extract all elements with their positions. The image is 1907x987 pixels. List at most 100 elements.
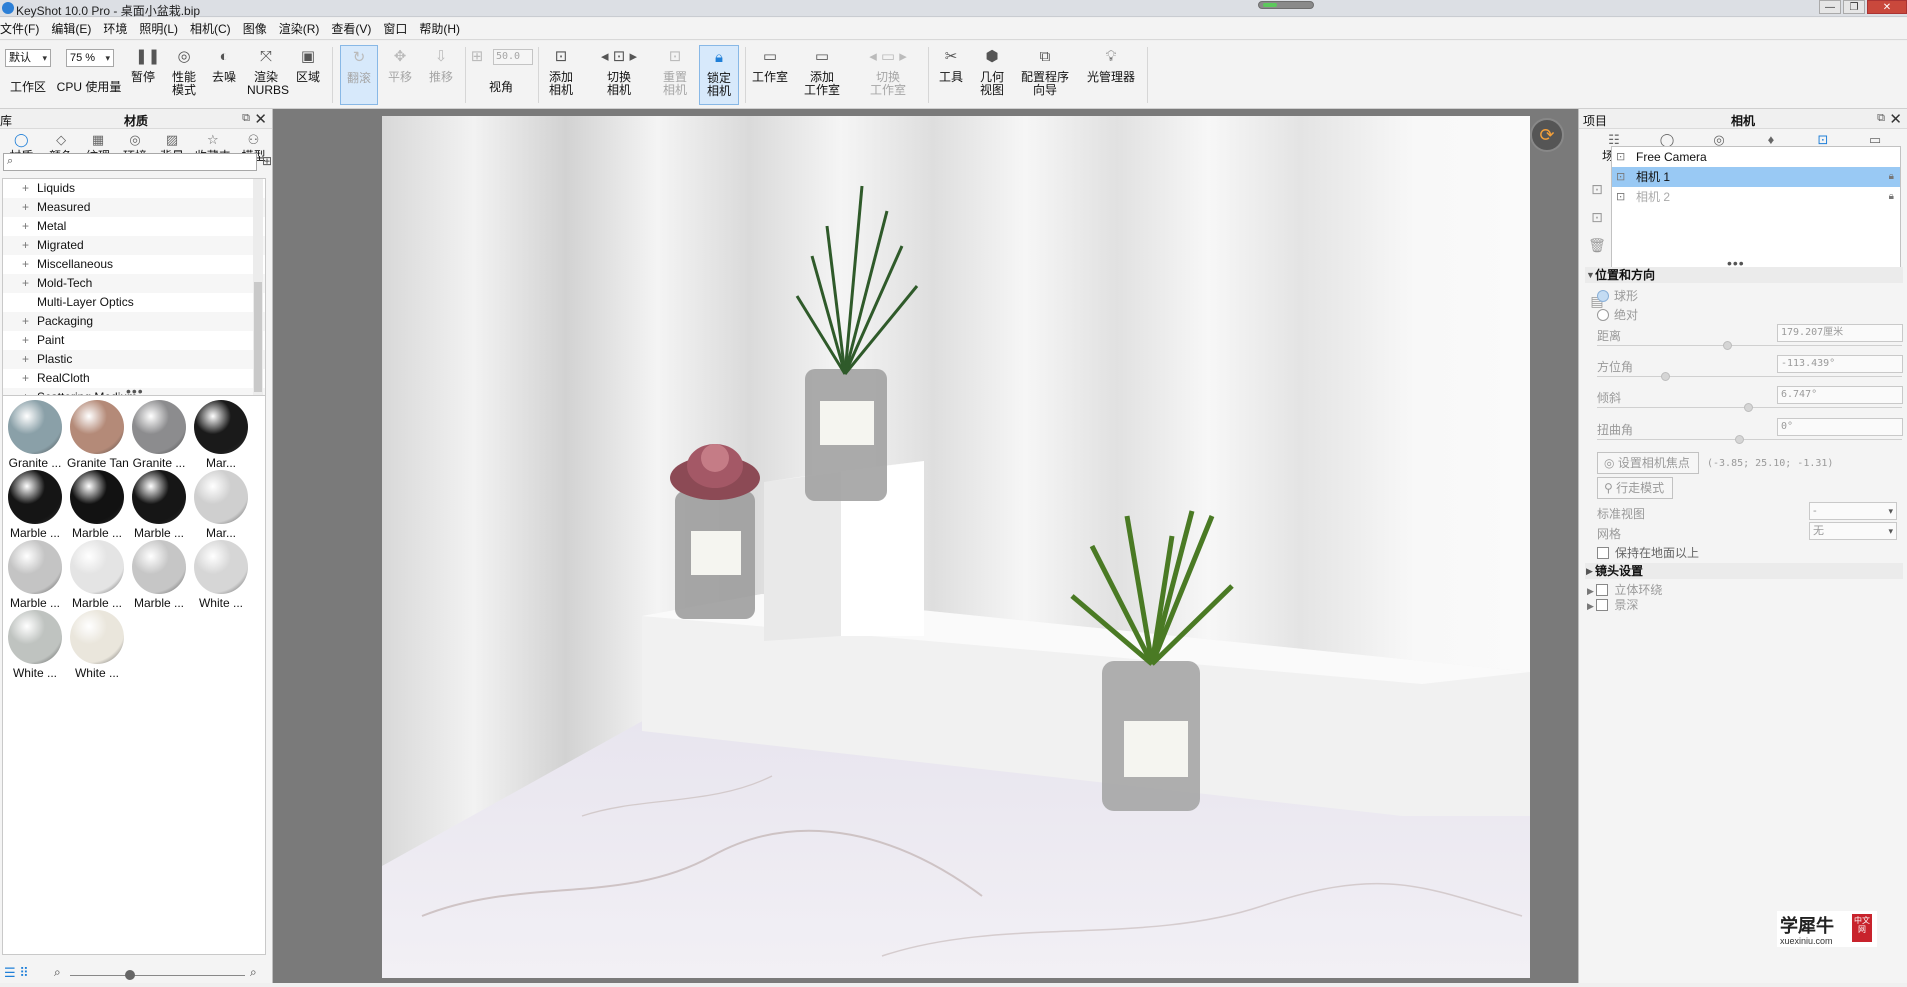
dolly-button[interactable]: ⇩ 推移 <box>424 45 458 105</box>
view-mode-icons[interactable]: ☰ ⠿ <box>4 965 29 981</box>
radio-absolute[interactable] <box>1597 309 1609 321</box>
set-camera-focus-button[interactable]: ◎ 设置相机焦点 <box>1597 452 1699 474</box>
twist-slider[interactable] <box>1597 439 1902 440</box>
menu-environment[interactable]: 环境 <box>103 20 133 37</box>
menu-image[interactable]: 图像 <box>243 20 273 37</box>
tree-item[interactable]: + Miscellaneous <box>3 255 265 274</box>
workspace-select[interactable]: 默认 <box>5 49 51 67</box>
tumble-button[interactable]: ↻ 翻滚 <box>340 45 378 105</box>
duplicate-camera-icon[interactable]: ⊡ <box>1587 203 1607 231</box>
menu-camera[interactable]: 相机(C) <box>190 20 237 37</box>
close-panel-icon[interactable]: ✕ <box>1889 110 1902 128</box>
camera-item-free[interactable]: ⊡ Free Camera <box>1612 147 1900 167</box>
material-thumbnail[interactable]: White ... <box>191 538 251 622</box>
undock-icon[interactable]: ⧉ <box>242 112 250 125</box>
expand-icon[interactable]: + <box>22 179 29 198</box>
undock-icon[interactable]: ⧉ <box>1877 112 1885 125</box>
expand-icon[interactable]: + <box>22 217 29 236</box>
tree-item[interactable]: + Migrated <box>3 236 265 255</box>
material-thumbnail[interactable]: White ... <box>5 608 65 692</box>
add-camera-button[interactable]: ⊡ 添加 相机 <box>544 45 578 105</box>
light-manager-button[interactable]: 💡︎ 光管理器 <box>1082 45 1140 105</box>
switch-camera-button[interactable]: ◂ ⊡ ▸ 切换 相机 <box>592 45 646 105</box>
tree-item[interactable]: + Plastic <box>3 350 265 369</box>
switch-studio-button[interactable]: ◂ ▭ ▸ 切换 工作室 <box>858 45 918 105</box>
incline-input[interactable]: 6.747° <box>1777 386 1903 404</box>
geometry-view-button[interactable]: ⬢ 几何 视图 <box>975 45 1009 105</box>
menu-lighting[interactable]: 照明(L) <box>139 20 184 37</box>
tree-item[interactable]: + Liquids <box>3 179 265 198</box>
expand-icon[interactable]: + <box>22 198 29 217</box>
tree-item[interactable]: + Metal <box>3 217 265 236</box>
material-thumbnail[interactable]: White ... <box>67 608 127 692</box>
twist-input[interactable]: 0° <box>1777 418 1903 436</box>
add-studio-button[interactable]: ▭ 添加 工作室 <box>800 45 844 105</box>
grid-select[interactable]: 无 <box>1809 522 1897 540</box>
pan-button[interactable]: ✥ 平移 <box>383 45 417 105</box>
tree-scrollbar[interactable] <box>253 179 263 424</box>
tree-item[interactable]: + Packaging <box>3 312 265 331</box>
expand-icon[interactable]: + <box>22 255 29 274</box>
menu-edit[interactable]: 编辑(E) <box>51 20 97 37</box>
expand-icon[interactable]: + <box>22 236 29 255</box>
radio-spherical[interactable] <box>1597 290 1609 302</box>
maximize-button[interactable]: ❐ <box>1843 0 1865 14</box>
config-wizard-button[interactable]: ⧉ 配置程序 向导 <box>1016 45 1074 105</box>
expand-icon[interactable]: + <box>22 312 29 331</box>
close-panel-icon[interactable]: ✕ <box>254 110 267 128</box>
thumbnail-size-slider[interactable] <box>70 975 245 976</box>
tools-button[interactable]: ✂ 工具 <box>935 45 967 105</box>
cpu-usage-select[interactable]: 75 % <box>66 49 114 67</box>
expand-icon[interactable]: + <box>22 350 29 369</box>
stay-above-ground-option[interactable]: 保持在地面以上 <box>1597 544 1902 561</box>
close-window-button[interactable]: ✕ <box>1867 0 1907 14</box>
menu-view[interactable]: 查看(V) <box>331 20 377 37</box>
tree-item[interactable]: + Measured <box>3 198 265 217</box>
tree-item[interactable]: Multi-Layer Optics <box>3 293 265 312</box>
realtime-sync-icon[interactable]: ⟳ <box>1530 118 1564 152</box>
distance-input[interactable]: 179.207厘米 <box>1777 324 1903 342</box>
walk-mode-button[interactable]: ⚲ 行走模式 <box>1597 477 1674 499</box>
dof-checkbox[interactable] <box>1596 599 1609 611</box>
lock-camera-button[interactable]: 🔒︎ 锁定 相机 <box>699 45 739 105</box>
thumbnail-size-knob[interactable] <box>125 970 135 980</box>
depth-of-field-option[interactable]: ▶ 景深 <box>1587 596 1892 613</box>
expand-icon[interactable]: + <box>22 369 29 388</box>
menu-help[interactable]: 帮助(H) <box>419 20 466 37</box>
add-camera-icon[interactable]: ⊡ <box>1587 175 1607 203</box>
fov-input[interactable]: 50.0 <box>493 49 533 65</box>
pause-button[interactable]: ❚❚ 暂停 <box>127 45 160 105</box>
expand-icon[interactable]: + <box>22 331 29 350</box>
azimuth-slider[interactable] <box>1597 376 1902 377</box>
mode-spherical-option[interactable]: 球形 <box>1597 287 1902 304</box>
minimize-button[interactable]: — <box>1819 0 1841 14</box>
delete-camera-icon[interactable]: 🗑︎ <box>1587 231 1607 259</box>
zoom-out-icon[interactable]: ⌕ <box>54 965 61 980</box>
studio-button[interactable]: ▭ 工作室 <box>748 45 792 105</box>
material-thumbnail[interactable]: Marble ... <box>129 538 189 622</box>
stay-above-ground-checkbox[interactable] <box>1597 547 1609 559</box>
performance-mode-button[interactable]: ◎ 性能 模式 <box>166 45 202 105</box>
denoise-button[interactable]: ◐ 去噪 <box>207 45 241 105</box>
distance-slider[interactable] <box>1597 345 1902 346</box>
expand-icon[interactable]: + <box>22 274 29 293</box>
zoom-in-icon[interactable]: ⌕ <box>250 965 257 980</box>
menu-file[interactable]: 文件(F) <box>0 20 45 37</box>
stereo-checkbox[interactable] <box>1596 584 1609 596</box>
render-nurbs-button[interactable]: ⤧ 渲染 NURBS <box>247 45 289 105</box>
lens-settings-section[interactable]: ▶ 镜头设置 <box>1585 563 1903 579</box>
camera-item-1[interactable]: ⊡ 相机 1 🔒︎ <box>1612 167 1900 187</box>
library-search-input[interactable]: ⌕ <box>3 153 257 171</box>
region-button[interactable]: ▣ 区域 <box>292 45 324 105</box>
menu-render[interactable]: 渲染(R) <box>279 20 326 37</box>
incline-slider-knob[interactable] <box>1744 403 1753 412</box>
mode-absolute-option[interactable]: 绝对 <box>1597 306 1902 323</box>
distance-slider-knob[interactable] <box>1723 341 1732 350</box>
render-image[interactable] <box>382 116 1530 978</box>
standard-view-select[interactable]: - <box>1809 502 1897 520</box>
tree-item[interactable]: + Mold-Tech <box>3 274 265 293</box>
azimuth-input[interactable]: -113.439° <box>1777 355 1903 373</box>
camera-item-2[interactable]: ⊡ 相机 2 🔒︎ <box>1612 187 1900 207</box>
position-orientation-section[interactable]: ▼ 位置和方向 <box>1585 267 1903 283</box>
menu-window[interactable]: 窗口 <box>383 20 413 37</box>
